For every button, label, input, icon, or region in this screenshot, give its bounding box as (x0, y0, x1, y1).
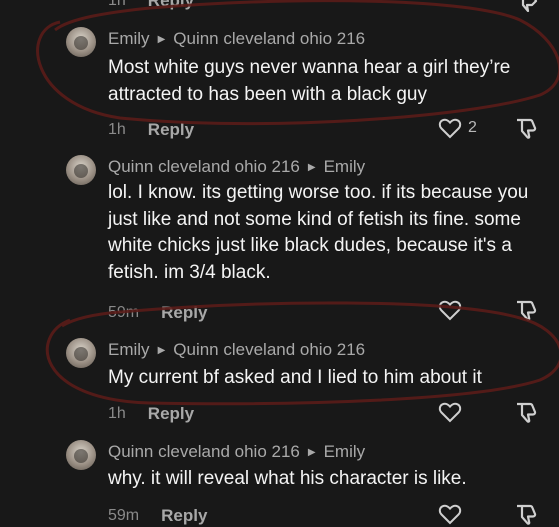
comment-meta: 1h Reply (108, 404, 194, 424)
avatar[interactable] (66, 27, 96, 57)
reply-button[interactable]: Reply (148, 404, 194, 424)
heart-icon[interactable] (438, 117, 462, 139)
reply-to-name[interactable]: Quinn cleveland ohio 216 (173, 29, 365, 49)
dislike-icon[interactable] (514, 117, 540, 141)
author-name[interactable]: Quinn cleveland ohio 216 (108, 157, 300, 177)
dislike-icon[interactable] (514, 0, 540, 12)
heart-icon[interactable] (438, 299, 462, 321)
comment-header: Emily ▶ Quinn cleveland ohio 216 (108, 29, 365, 49)
comment-time: 1h (108, 0, 126, 9)
reply-button[interactable]: Reply (161, 303, 207, 323)
like-control[interactable]: 2 (438, 117, 477, 139)
reply-arrow-icon: ▶ (157, 344, 166, 356)
comment-header: Quinn cleveland ohio 216 ▶ Emily (108, 157, 365, 177)
comment-text: lol. I know. its getting worse too. if i… (108, 182, 529, 283)
reply-to-name[interactable]: Emily (324, 157, 366, 177)
comment-text: My current bf asked and I lied to him ab… (108, 367, 482, 388)
comment-time: 59m (108, 304, 140, 321)
comment-meta: 59m Reply (108, 506, 207, 526)
comment-meta: 59m Reply (108, 303, 207, 323)
dislike-icon[interactable] (514, 503, 540, 527)
reply-to-name[interactable]: Quinn cleveland ohio 216 (173, 340, 365, 360)
heart-icon[interactable] (438, 401, 462, 423)
reply-button[interactable]: Reply (148, 120, 194, 140)
like-control[interactable] (438, 299, 462, 321)
dislike-icon[interactable] (514, 401, 540, 425)
avatar[interactable] (66, 338, 96, 368)
reply-arrow-icon: ▶ (307, 161, 316, 173)
avatar[interactable] (66, 155, 96, 185)
like-count: 2 (468, 119, 477, 136)
partial-meta-row: 1h Reply (108, 0, 194, 11)
reply-to-name[interactable]: Emily (324, 442, 366, 462)
comment-header: Quinn cleveland ohio 216 ▶ Emily (108, 442, 365, 462)
like-control[interactable] (438, 401, 462, 423)
reply-button[interactable]: Reply (148, 0, 194, 11)
comment-time: 1h (108, 121, 126, 138)
comment-time: 59m (108, 507, 140, 524)
author-name[interactable]: Emily (108, 29, 150, 49)
author-name[interactable]: Quinn cleveland ohio 216 (108, 442, 300, 462)
comment-text: why. it will reveal what his character i… (108, 468, 467, 489)
dislike-icon[interactable] (514, 299, 540, 323)
reply-arrow-icon: ▶ (157, 33, 166, 45)
reply-arrow-icon: ▶ (307, 446, 316, 458)
comment-time: 1h (108, 405, 126, 422)
comment-text: Most white guys never wanna hear a girl … (108, 57, 511, 105)
comment-header: Emily ▶ Quinn cleveland ohio 216 (108, 340, 365, 360)
like-control[interactable] (438, 503, 462, 525)
comment-meta: 1h Reply (108, 120, 194, 140)
heart-icon[interactable] (438, 503, 462, 525)
author-name[interactable]: Emily (108, 340, 150, 360)
reply-button[interactable]: Reply (161, 506, 207, 526)
avatar[interactable] (66, 440, 96, 470)
